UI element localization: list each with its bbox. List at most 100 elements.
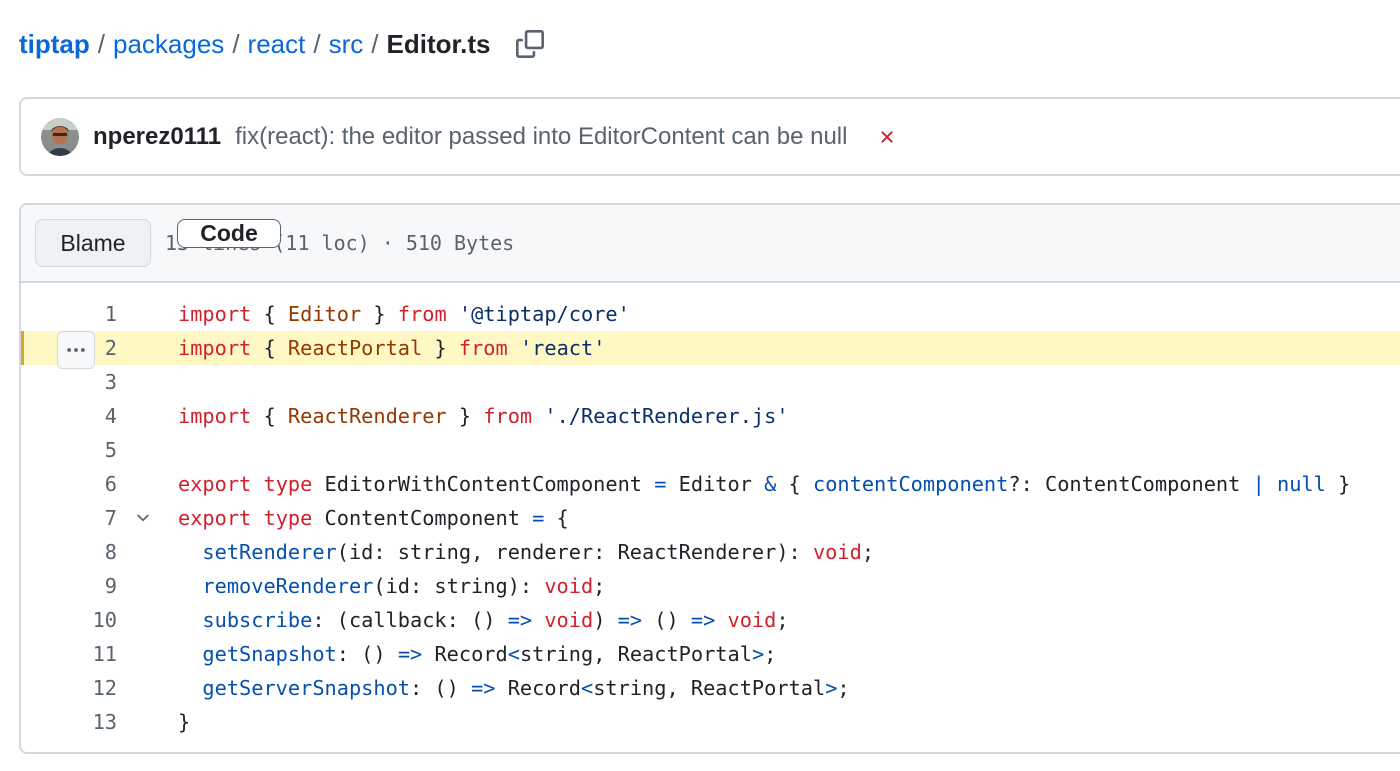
code-line[interactable]: 4 import { ReactRenderer } from './ReactR… — [21, 399, 1400, 433]
copy-path-button[interactable] — [515, 29, 545, 59]
breadcrumb: tiptap / packages / react / src / Editor… — [19, 26, 545, 62]
code-line[interactable]: 8 setRenderer(id: string, renderer: Reac… — [21, 535, 1400, 569]
code-token: ?: ContentComponent — [1008, 472, 1253, 496]
code-token: import — [178, 336, 252, 360]
code-token: { — [544, 506, 569, 530]
line-number[interactable]: 9 — [21, 574, 117, 598]
code-line[interactable]: 13} — [21, 705, 1400, 739]
breadcrumb-link-src[interactable]: src — [329, 29, 364, 60]
code-token: < — [507, 642, 520, 666]
code-token: ) — [593, 608, 618, 632]
tab-blame[interactable]: Blame — [36, 220, 150, 266]
file-header: Code Blame 13 lines (11 loc) · 510 Bytes — [21, 205, 1400, 283]
code-text: import { ReactPortal } from 'react' — [178, 336, 605, 360]
code-text: getSnapshot: () => Record<string, ReactP… — [178, 642, 776, 666]
code-token: Record — [422, 642, 508, 666]
code-line[interactable]: 9 removeRenderer(id: string): void; — [21, 569, 1400, 603]
code-token: } — [422, 336, 459, 360]
code-token: type — [263, 472, 313, 496]
code-token: from — [483, 404, 533, 428]
code-line[interactable]: 10 subscribe: (callback: () => void) => … — [21, 603, 1400, 637]
code-token: contentComponent — [812, 472, 1009, 496]
line-number[interactable]: 5 — [21, 438, 117, 462]
code-text: } — [178, 710, 190, 734]
code-token: () — [642, 608, 691, 632]
code-token: removeRenderer — [202, 574, 374, 598]
line-number[interactable]: 3 — [21, 370, 117, 394]
code-token: getSnapshot — [202, 642, 337, 666]
code-area[interactable]: 1 import { Editor } from '@tiptap/core' 2 i… — [21, 283, 1400, 739]
view-toggle: Code Blame — [35, 219, 281, 267]
commit-author[interactable]: nperez0111 — [93, 123, 221, 151]
code-token: './ReactRenderer.js' — [544, 404, 789, 428]
code-line[interactable]: 12 getServerSnapshot: () => Record<strin… — [21, 671, 1400, 705]
code-token: ReactRenderer — [287, 404, 447, 428]
code-line[interactable]: 11 getSnapshot: () => Record<string, Rea… — [21, 637, 1400, 671]
commit-message[interactable]: fix(react): the editor passed into Edito… — [235, 123, 847, 151]
code-text: getServerSnapshot: () => Record<string, … — [178, 676, 849, 700]
code-token: ; — [593, 574, 606, 598]
code-token: < — [580, 676, 594, 700]
code-token: > — [825, 676, 838, 700]
avatar-image — [41, 117, 79, 156]
code-token: => — [397, 642, 423, 666]
code-token: } — [361, 302, 398, 326]
code-line[interactable]: 3 — [21, 365, 1400, 399]
code-token: => — [617, 608, 643, 632]
line-number[interactable]: 1 — [21, 302, 117, 326]
fold-toggle-button[interactable] — [133, 508, 153, 528]
code-token: : () — [336, 642, 398, 666]
breadcrumb-repo-link[interactable]: tiptap — [19, 29, 90, 60]
chevron-down-icon — [137, 514, 149, 522]
code-token: => — [690, 608, 716, 632]
code-token: } — [1325, 472, 1351, 496]
code-token: ; — [764, 642, 777, 666]
line-number[interactable]: 4 — [21, 404, 117, 428]
code-token: setRenderer — [202, 540, 337, 564]
code-token: { — [776, 472, 813, 496]
code-token: void — [544, 608, 594, 632]
code-line[interactable]: 6 export type EditorWithContentComponent … — [21, 467, 1400, 501]
code-text: subscribe: (callback: () => void) => () … — [178, 608, 789, 632]
line-number[interactable]: 7 — [21, 506, 117, 530]
avatar[interactable] — [41, 117, 79, 156]
line-number[interactable]: 11 — [21, 642, 117, 666]
code-token: string, ReactPortal — [519, 642, 752, 666]
copy-icon — [515, 30, 544, 58]
line-number[interactable]: 8 — [21, 540, 117, 564]
code-line[interactable]: 5 — [21, 433, 1400, 467]
breadcrumb-link-packages[interactable]: packages — [113, 29, 224, 60]
code-token: ; — [776, 608, 789, 632]
tab-code[interactable]: Code — [177, 219, 281, 248]
code-line[interactable]: 7 export type ContentComponent = { — [21, 501, 1400, 535]
line-number[interactable]: 2 — [21, 336, 117, 360]
commit-status-button[interactable] — [875, 125, 899, 149]
line-number[interactable]: 13 — [21, 710, 117, 734]
code-text: import { Editor } from '@tiptap/core' — [178, 302, 630, 326]
code-line[interactable]: 1 import { Editor } from '@tiptap/core' — [21, 297, 1400, 331]
code-line[interactable]: 2 import { ReactPortal } from 'react' — [21, 331, 1400, 369]
code-token: '@tiptap/core' — [458, 302, 630, 326]
code-token: Editor — [287, 302, 362, 326]
code-token: string, ReactPortal — [593, 676, 826, 700]
code-token: > — [751, 642, 765, 666]
code-token: = — [654, 472, 667, 496]
code-token: => — [507, 608, 533, 632]
line-number[interactable]: 10 — [21, 608, 117, 632]
x-icon — [881, 130, 894, 143]
line-number[interactable]: 6 — [21, 472, 117, 496]
line-number[interactable]: 12 — [21, 676, 117, 700]
breadcrumb-current-file: Editor.ts — [386, 28, 491, 59]
code-token: ContentComponent — [312, 506, 533, 530]
breadcrumb-link-react[interactable]: react — [248, 29, 306, 60]
code-token: | — [1252, 472, 1265, 496]
code-token: import — [178, 404, 252, 428]
